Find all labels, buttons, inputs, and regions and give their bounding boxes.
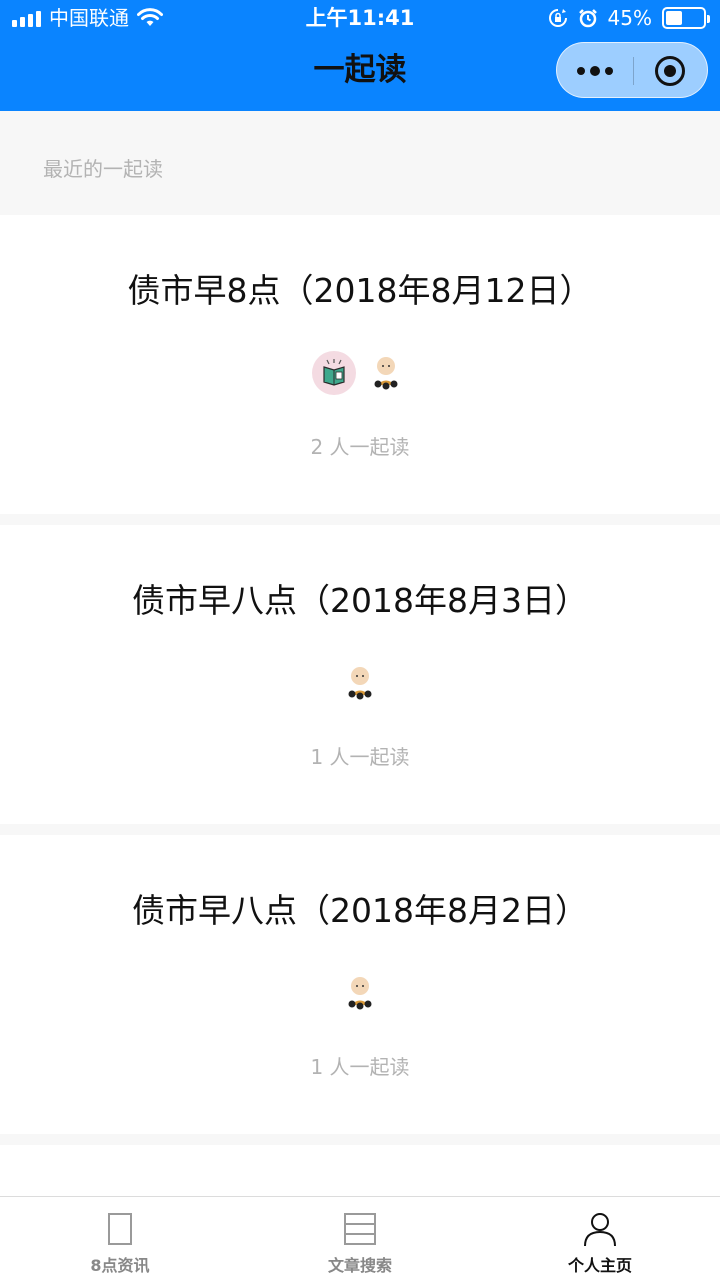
article-title: 债市早八点（2018年8月2日） bbox=[132, 891, 588, 930]
monk-avatar[interactable] bbox=[338, 971, 382, 1015]
person-icon bbox=[584, 1213, 616, 1247]
reading-card[interactable]: 债市早8点（2018年8月12日） 2 人一起读 bbox=[0, 215, 720, 514]
tab-profile[interactable]: 个人主页 bbox=[480, 1197, 720, 1280]
monk-avatar[interactable] bbox=[338, 661, 382, 705]
reading-card[interactable]: 债市早八点（2018年8月2日） 1 人一起读 bbox=[0, 835, 720, 1134]
reader-avatars bbox=[0, 661, 720, 705]
page-icon bbox=[108, 1213, 132, 1245]
reader-count: 2 人一起读 bbox=[310, 435, 410, 459]
main-content: 最近的一起读 债市早8点（2018年8月12日） 2 人一起读 债市早八点（20… bbox=[0, 111, 720, 1196]
battery-icon bbox=[662, 7, 710, 29]
reader-count: 1 人一起读 bbox=[310, 745, 410, 769]
more-dots-icon[interactable] bbox=[557, 43, 633, 99]
alarm-icon bbox=[578, 9, 597, 28]
book-avatar[interactable] bbox=[312, 351, 356, 395]
reading-card[interactable]: 债市早八点（2018年8月3日） 1 人一起读 bbox=[0, 525, 720, 824]
battery-percent: 45% bbox=[607, 6, 652, 30]
tab-label: 8点资讯 bbox=[90, 1256, 150, 1275]
reading-card-partial[interactable] bbox=[0, 1145, 720, 1196]
tab-label: 文章搜索 bbox=[327, 1256, 392, 1275]
tab-search[interactable]: 文章搜索 bbox=[240, 1197, 480, 1280]
tab-label: 个人主页 bbox=[567, 1256, 632, 1275]
reader-avatars bbox=[0, 351, 720, 395]
article-title: 债市早8点（2018年8月12日） bbox=[127, 271, 593, 310]
tab-bar: 8点资讯 文章搜索 个人主页 bbox=[0, 1196, 720, 1280]
reader-avatars bbox=[0, 971, 720, 1015]
reader-count: 1 人一起读 bbox=[310, 1055, 410, 1079]
article-title: 债市早八点（2018年8月3日） bbox=[132, 581, 588, 620]
target-close-icon[interactable] bbox=[655, 56, 685, 86]
status-bar: 中国联通 上午11:41 45% bbox=[0, 0, 720, 38]
battery-fill bbox=[666, 11, 682, 25]
list-document-icon bbox=[344, 1213, 376, 1245]
top-bar: 中国联通 上午11:41 45% 一起读 bbox=[0, 0, 720, 111]
monk-avatar[interactable] bbox=[364, 351, 408, 395]
capsule-divider bbox=[633, 57, 634, 85]
app-screen: 中国联通 上午11:41 45% 一起读 最近的一起读 债市早8点（2018年8… bbox=[0, 0, 720, 1280]
section-header: 最近的一起读 bbox=[0, 111, 720, 215]
tab-news[interactable]: 8点资讯 bbox=[0, 1197, 240, 1280]
rotation-lock-icon bbox=[548, 9, 567, 27]
mini-program-capsule bbox=[556, 42, 708, 98]
status-right: 45% bbox=[548, 6, 710, 30]
